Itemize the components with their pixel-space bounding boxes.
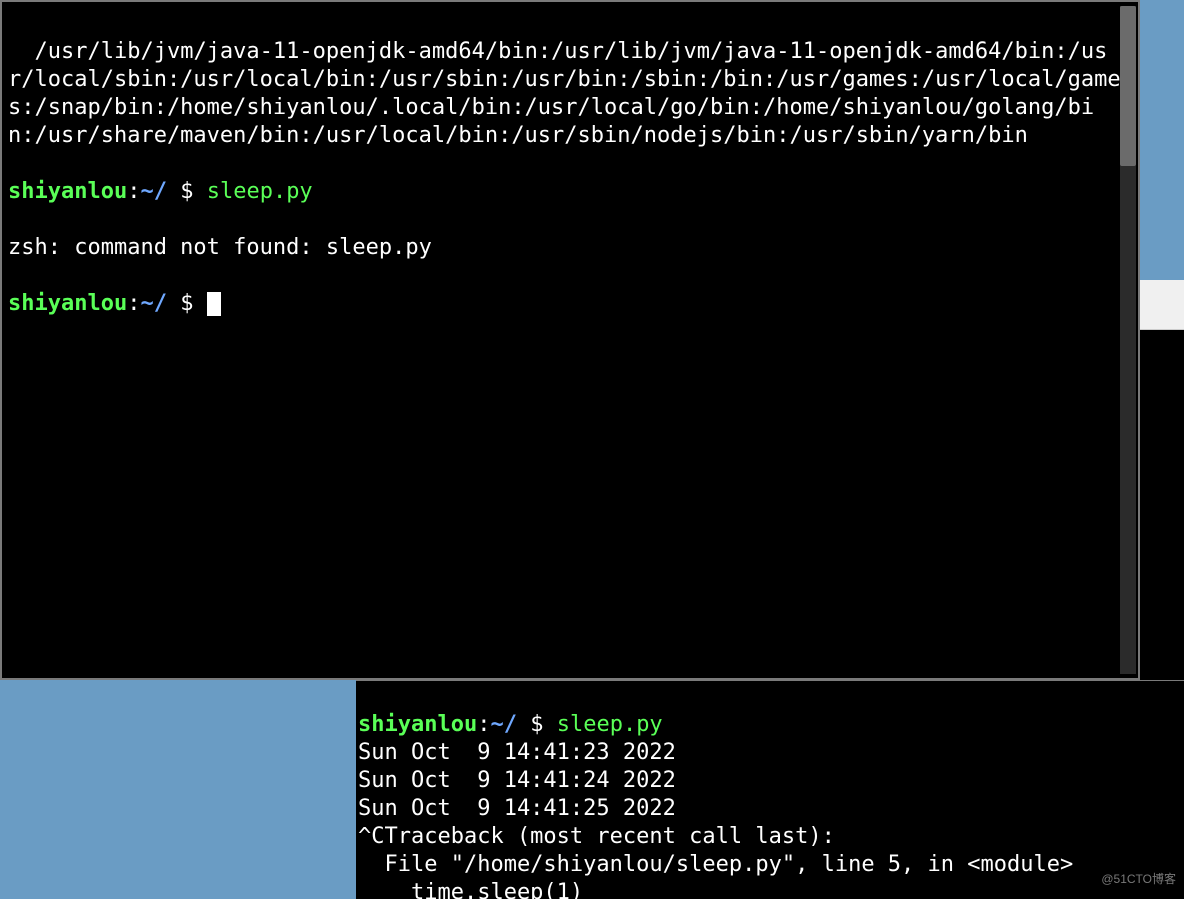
prompt-path-2: ~/	[140, 291, 167, 316]
window-black-slice	[1140, 330, 1184, 680]
output-line-1: Sun Oct 9 14:41:23 2022	[358, 740, 676, 765]
prompt-dollar-b: $	[517, 712, 557, 737]
output-line-2: Sun Oct 9 14:41:24 2022	[358, 768, 676, 793]
prompt-sep-b: :	[477, 712, 490, 737]
traceback-line-2: File "/home/shiyanlou/sleep.py", line 5,…	[358, 852, 1073, 877]
prompt-sep-2: :	[127, 291, 140, 316]
prompt-user-2: shiyanlou	[8, 291, 127, 316]
prompt-dollar-2: $	[167, 291, 207, 316]
traceback-line-3: time.sleep(1)	[358, 880, 583, 899]
path-output: /usr/lib/jvm/java-11-openjdk-amd64/bin:/…	[8, 39, 1121, 148]
prompt-sep-1: :	[127, 179, 140, 204]
traceback-line-1: ^CTraceback (most recent call last):	[358, 824, 835, 849]
command-1: sleep.py	[207, 179, 313, 204]
error-line: zsh: command not found: sleep.py	[8, 235, 432, 260]
prompt-user-b: shiyanlou	[358, 712, 477, 737]
desktop-background-slice	[1140, 0, 1184, 280]
window-edge-slice	[1140, 280, 1184, 330]
scrollbar-thumb[interactable]	[1120, 6, 1136, 166]
prompt-user-1: shiyanlou	[8, 179, 127, 204]
cursor-icon	[207, 292, 221, 316]
command-b: sleep.py	[557, 712, 663, 737]
watermark: @51CTO博客	[1101, 865, 1176, 893]
prompt-path-1: ~/	[140, 179, 167, 204]
terminal-bottom[interactable]: shiyanlou:~/ $ sleep.py Sun Oct 9 14:41:…	[356, 680, 1184, 899]
output-line-3: Sun Oct 9 14:41:25 2022	[358, 796, 676, 821]
prompt-path-b: ~/	[490, 712, 517, 737]
prompt-dollar-1: $	[167, 179, 207, 204]
desktop-background-bottom	[0, 680, 356, 899]
terminal-top[interactable]: /usr/lib/jvm/java-11-openjdk-amd64/bin:/…	[0, 0, 1140, 680]
